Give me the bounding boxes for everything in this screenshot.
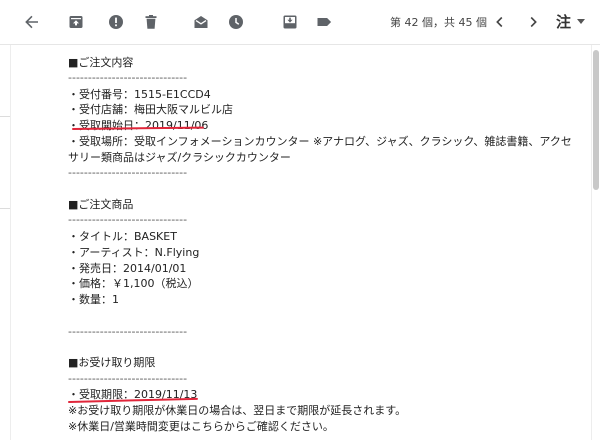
chevron-down-icon	[577, 19, 586, 24]
deadline-heading: ■お受け取り期限	[68, 356, 156, 369]
next-email-icon[interactable]	[518, 7, 548, 37]
order-line-pickup-location-continued: サリー類商品はジャズ/クラシックカウンター	[68, 151, 291, 164]
delete-icon[interactable]	[136, 7, 166, 37]
scrollbar[interactable]	[593, 50, 599, 190]
product-line-release-date: ・発売日：2014/01/01	[68, 262, 187, 275]
order-heading: ■ご注文内容	[68, 56, 134, 69]
divider: ------------------------------	[68, 372, 188, 385]
divider: ------------------------------	[68, 71, 188, 84]
left-edge-marker	[0, 116, 10, 117]
move-to-inbox-icon[interactable]	[275, 7, 305, 37]
product-line-quantity: ・数量：1	[68, 293, 119, 306]
product-line-artist: ・アーティスト：N.Flying	[68, 246, 200, 259]
left-edge-marker	[0, 208, 10, 209]
deadline-note-extension: ※お受け取り期限が休業日の場合は、翌日まで期限が延長されます。	[68, 404, 407, 417]
archive-icon[interactable]	[61, 7, 91, 37]
label-icon[interactable]	[309, 7, 339, 37]
language-label: 注	[556, 13, 572, 31]
product-heading: ■ご注文商品	[68, 198, 134, 211]
report-spam-icon[interactable]	[101, 7, 131, 37]
product-line-price: ・価格：￥1,100（税込）	[68, 277, 199, 290]
order-line-store: ・受付店舗：梅田大阪マルビル店	[68, 103, 233, 116]
order-line-receipt-number: ・受付番号：1515-E1CCD4	[68, 88, 211, 101]
divider: ------------------------------	[68, 325, 188, 338]
previous-email-icon[interactable]	[485, 7, 515, 37]
order-line-pickup-location: ・受取場所：受取インフォメーションカウンター ※アナログ、ジャズ、クラシック、雑…	[68, 135, 572, 148]
product-line-title: ・タイトル：BASKET	[68, 230, 177, 243]
language-dropdown[interactable]: 注	[556, 11, 586, 32]
divider: ------------------------------	[68, 166, 188, 179]
mark-unread-icon[interactable]	[186, 7, 216, 37]
snooze-icon[interactable]	[221, 7, 251, 37]
divider: ------------------------------	[68, 213, 188, 226]
deadline-note-holiday-hours: ※休業日/営業時間変更はこちらからご確認ください。	[68, 420, 334, 433]
pager-text: 第 42 個，共 45 個	[390, 16, 487, 29]
back-arrow-icon[interactable]	[17, 7, 47, 37]
toolbar: 第 42 個，共 45 個 注	[0, 0, 600, 45]
